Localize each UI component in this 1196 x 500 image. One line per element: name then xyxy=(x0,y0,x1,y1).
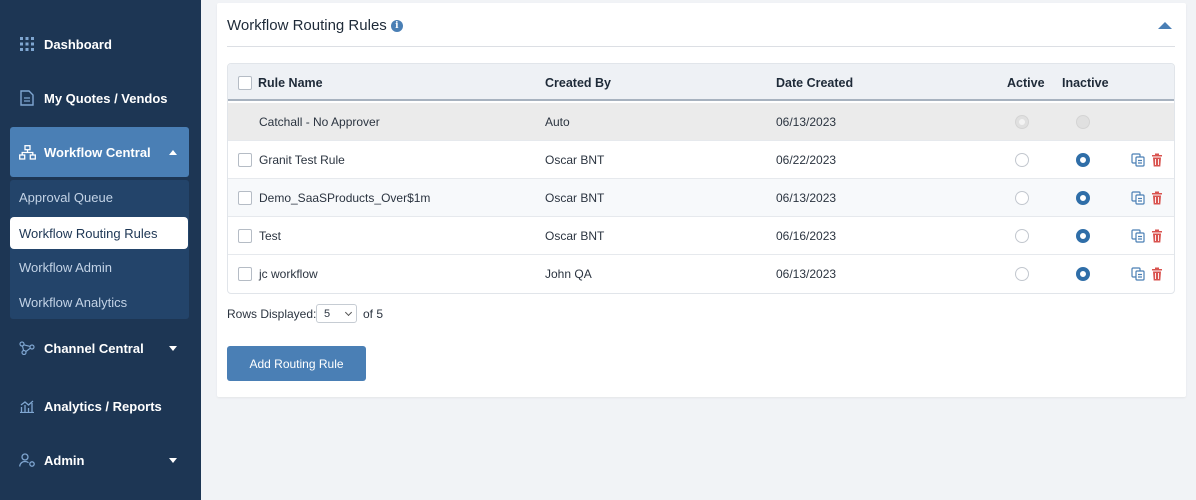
nav-label: My Quotes / Vendos xyxy=(44,90,168,106)
rule-name[interactable]: Demo_SaaSProducts_Over$1m xyxy=(259,179,430,217)
rule-name[interactable]: Test xyxy=(259,217,281,255)
column-header-inactive: Inactive xyxy=(1062,75,1109,90)
column-header-active: Active xyxy=(1007,75,1045,90)
active-radio xyxy=(1015,115,1029,129)
submenu-workflow-admin[interactable]: Workflow Admin xyxy=(10,251,189,283)
workflow-submenu: Approval Queue Workflow Routing Rules Wo… xyxy=(10,180,189,319)
nav-channel-central[interactable]: Channel Central xyxy=(10,326,189,370)
table-row: Catchall - No Approver Auto 06/13/2023 xyxy=(228,103,1174,141)
inactive-radio[interactable] xyxy=(1076,191,1090,205)
row-checkbox[interactable] xyxy=(238,229,252,243)
rows-per-page-value: 5 xyxy=(324,307,331,320)
user-settings-icon xyxy=(18,451,36,469)
trash-icon[interactable] xyxy=(1150,153,1164,167)
chevron-down-icon xyxy=(169,346,177,351)
created-by: John QA xyxy=(545,267,592,281)
created-by: Oscar BNT xyxy=(545,229,605,243)
chevron-up-icon xyxy=(169,150,177,155)
active-radio[interactable] xyxy=(1015,267,1029,281)
info-icon[interactable]: i xyxy=(390,19,403,32)
column-header-rule-name[interactable]: Rule Name xyxy=(258,64,323,101)
submenu-approval-queue[interactable]: Approval Queue xyxy=(10,181,189,213)
grid-icon xyxy=(18,35,36,53)
network-icon xyxy=(18,339,36,357)
inactive-radio[interactable] xyxy=(1076,229,1090,243)
add-routing-rule-button[interactable]: Add Routing Rule xyxy=(227,346,366,381)
date-created: 06/16/2023 xyxy=(776,229,837,243)
copy-icon[interactable] xyxy=(1131,191,1145,205)
inactive-radio xyxy=(1076,115,1090,129)
chevron-down-icon xyxy=(344,308,353,317)
nav-my-quotes[interactable]: My Quotes / Vendos xyxy=(10,76,189,120)
collapse-icon[interactable] xyxy=(1158,22,1172,29)
date-created: 06/13/2023 xyxy=(776,267,837,281)
document-icon xyxy=(18,89,36,107)
nav-label: Workflow Central xyxy=(44,144,151,160)
bar-chart-icon xyxy=(18,397,36,415)
sitemap-icon xyxy=(18,143,36,161)
created-by: Oscar BNT xyxy=(545,191,605,205)
inactive-radio[interactable] xyxy=(1076,267,1090,281)
date-created: 06/13/2023 xyxy=(776,115,837,129)
nav-label: Analytics / Reports xyxy=(44,398,162,414)
trash-icon[interactable] xyxy=(1150,229,1164,243)
column-header-created-by[interactable]: Created By xyxy=(545,64,611,101)
table-row: Granit Test Rule Oscar BNT 06/22/2023 xyxy=(228,141,1174,179)
created-by: Oscar BNT xyxy=(545,153,605,167)
row-checkbox[interactable] xyxy=(238,191,252,205)
table-row: Test Oscar BNT 06/16/2023 xyxy=(228,217,1174,255)
column-header-date-created[interactable]: Date Created xyxy=(776,64,853,101)
page-title: Workflow Routing Rules i xyxy=(227,17,403,34)
rule-name[interactable]: jc workflow xyxy=(259,255,318,293)
trash-icon[interactable] xyxy=(1150,267,1164,281)
rows-total: of 5 xyxy=(363,307,384,321)
active-radio[interactable] xyxy=(1015,153,1029,167)
rules-table: Rule Name Created By Date Created Active… xyxy=(227,63,1175,294)
sidebar: Dashboard My Quotes / Vendos Workflow Ce… xyxy=(0,0,201,500)
chevron-down-icon xyxy=(169,458,177,463)
rule-name[interactable]: Granit Test Rule xyxy=(259,141,345,179)
nav-dashboard[interactable]: Dashboard xyxy=(10,22,189,66)
routing-rules-panel: Workflow Routing Rules i Rule Name Creat… xyxy=(217,3,1186,397)
submenu-workflow-routing-rules[interactable]: Workflow Routing Rules xyxy=(10,217,188,249)
submenu-workflow-analytics[interactable]: Workflow Analytics xyxy=(10,286,189,318)
row-checkbox[interactable] xyxy=(238,153,252,167)
table-row: jc workflow John QA 06/13/2023 xyxy=(228,255,1174,293)
copy-icon[interactable] xyxy=(1131,229,1145,243)
rows-per-page-select[interactable]: 5 xyxy=(316,304,357,323)
nav-workflow-central[interactable]: Workflow Central xyxy=(10,127,189,177)
divider xyxy=(227,46,1175,47)
rows-displayed-label: Rows Displayed: xyxy=(227,307,317,321)
date-created: 06/13/2023 xyxy=(776,191,837,205)
copy-icon[interactable] xyxy=(1131,153,1145,167)
active-radio[interactable] xyxy=(1015,191,1029,205)
nav-analytics-reports[interactable]: Analytics / Reports xyxy=(10,384,189,428)
page-title-text: Workflow Routing Rules xyxy=(227,17,387,34)
copy-icon[interactable] xyxy=(1131,267,1145,281)
row-checkbox[interactable] xyxy=(238,267,252,281)
rule-name[interactable]: Catchall - No Approver xyxy=(259,103,380,141)
nav-label: Admin xyxy=(44,452,85,468)
inactive-radio[interactable] xyxy=(1076,153,1090,167)
table-row: Demo_SaaSProducts_Over$1m Oscar BNT 06/1… xyxy=(228,179,1174,217)
nav-label: Channel Central xyxy=(44,340,144,356)
nav-label: Dashboard xyxy=(44,36,112,52)
active-radio[interactable] xyxy=(1015,229,1029,243)
table-header: Rule Name Created By Date Created Active… xyxy=(228,64,1174,101)
trash-icon[interactable] xyxy=(1150,191,1164,205)
nav-admin[interactable]: Admin xyxy=(10,438,189,482)
created-by: Auto xyxy=(545,115,570,129)
select-all-checkbox[interactable] xyxy=(238,76,252,90)
date-created: 06/22/2023 xyxy=(776,153,837,167)
